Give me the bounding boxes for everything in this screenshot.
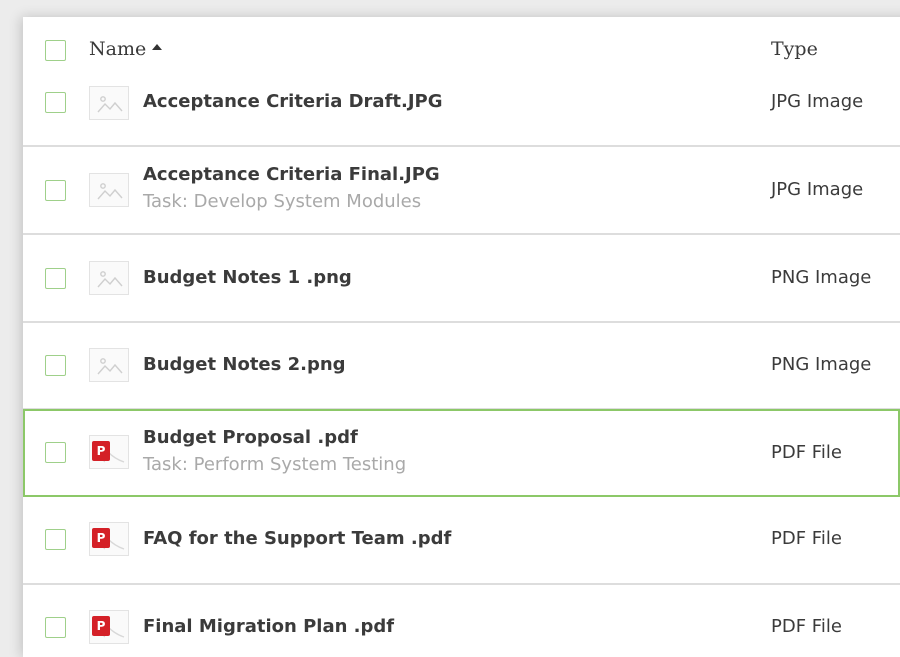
- file-row-selected[interactable]: P Budget Proposal .pdf Task: Perform Sys…: [23, 409, 900, 497]
- file-task: Task: Develop System Modules: [143, 191, 422, 212]
- file-type: PNG Image: [771, 267, 872, 288]
- file-row[interactable]: Acceptance Criteria Final.JPG Task: Deve…: [23, 147, 900, 235]
- file-type: JPG Image: [771, 179, 864, 200]
- type-column-header[interactable]: Type: [771, 38, 818, 60]
- pdf-file-icon: P: [89, 435, 129, 469]
- row-checkbox[interactable]: [45, 529, 66, 550]
- file-type: PDF File: [771, 442, 842, 463]
- image-file-icon: [89, 173, 129, 207]
- pdf-badge: P: [92, 616, 110, 636]
- pdf-file-icon: P: [89, 610, 129, 644]
- file-name[interactable]: Budget Notes 2.png: [143, 354, 346, 375]
- file-type: PNG Image: [771, 354, 872, 375]
- file-name[interactable]: Final Migration Plan .pdf: [143, 616, 394, 637]
- row-checkbox[interactable]: [45, 355, 66, 376]
- file-name[interactable]: Budget Notes 1 .png: [143, 267, 352, 288]
- image-file-icon: [89, 86, 129, 120]
- file-task: Task: Perform System Testing: [143, 454, 407, 475]
- file-type: PDF File: [771, 616, 842, 637]
- file-row[interactable]: Budget Notes 1 .png PNG Image: [23, 235, 900, 323]
- file-row[interactable]: Acceptance Criteria Draft.JPG JPG Image: [23, 77, 900, 147]
- file-list-panel: Name Type Acceptance Criteria Draft.JPG …: [23, 17, 900, 657]
- file-row[interactable]: Budget Notes 2.png PNG Image: [23, 323, 900, 410]
- pdf-badge: P: [92, 441, 110, 461]
- file-name[interactable]: Budget Proposal .pdf: [143, 427, 358, 448]
- sort-ascending-icon[interactable]: [152, 44, 162, 50]
- row-checkbox[interactable]: [45, 268, 66, 289]
- file-row[interactable]: P Final Migration Plan .pdf PDF File: [23, 585, 900, 657]
- file-name[interactable]: Acceptance Criteria Draft.JPG: [143, 91, 443, 112]
- file-name[interactable]: FAQ for the Support Team .pdf: [143, 528, 451, 549]
- row-checkbox[interactable]: [45, 180, 66, 201]
- pdf-badge: P: [92, 528, 110, 548]
- file-type: PDF File: [771, 528, 842, 549]
- pdf-file-icon: P: [89, 522, 129, 556]
- row-checkbox[interactable]: [45, 92, 66, 113]
- select-all-checkbox[interactable]: [45, 40, 66, 61]
- name-column-header[interactable]: Name: [89, 38, 146, 60]
- row-checkbox[interactable]: [45, 442, 66, 463]
- image-file-icon: [89, 348, 129, 382]
- image-file-icon: [89, 261, 129, 295]
- file-type: JPG Image: [771, 91, 864, 112]
- file-row[interactable]: P FAQ for the Support Team .pdf PDF File: [23, 497, 900, 585]
- file-name[interactable]: Acceptance Criteria Final.JPG: [143, 164, 440, 185]
